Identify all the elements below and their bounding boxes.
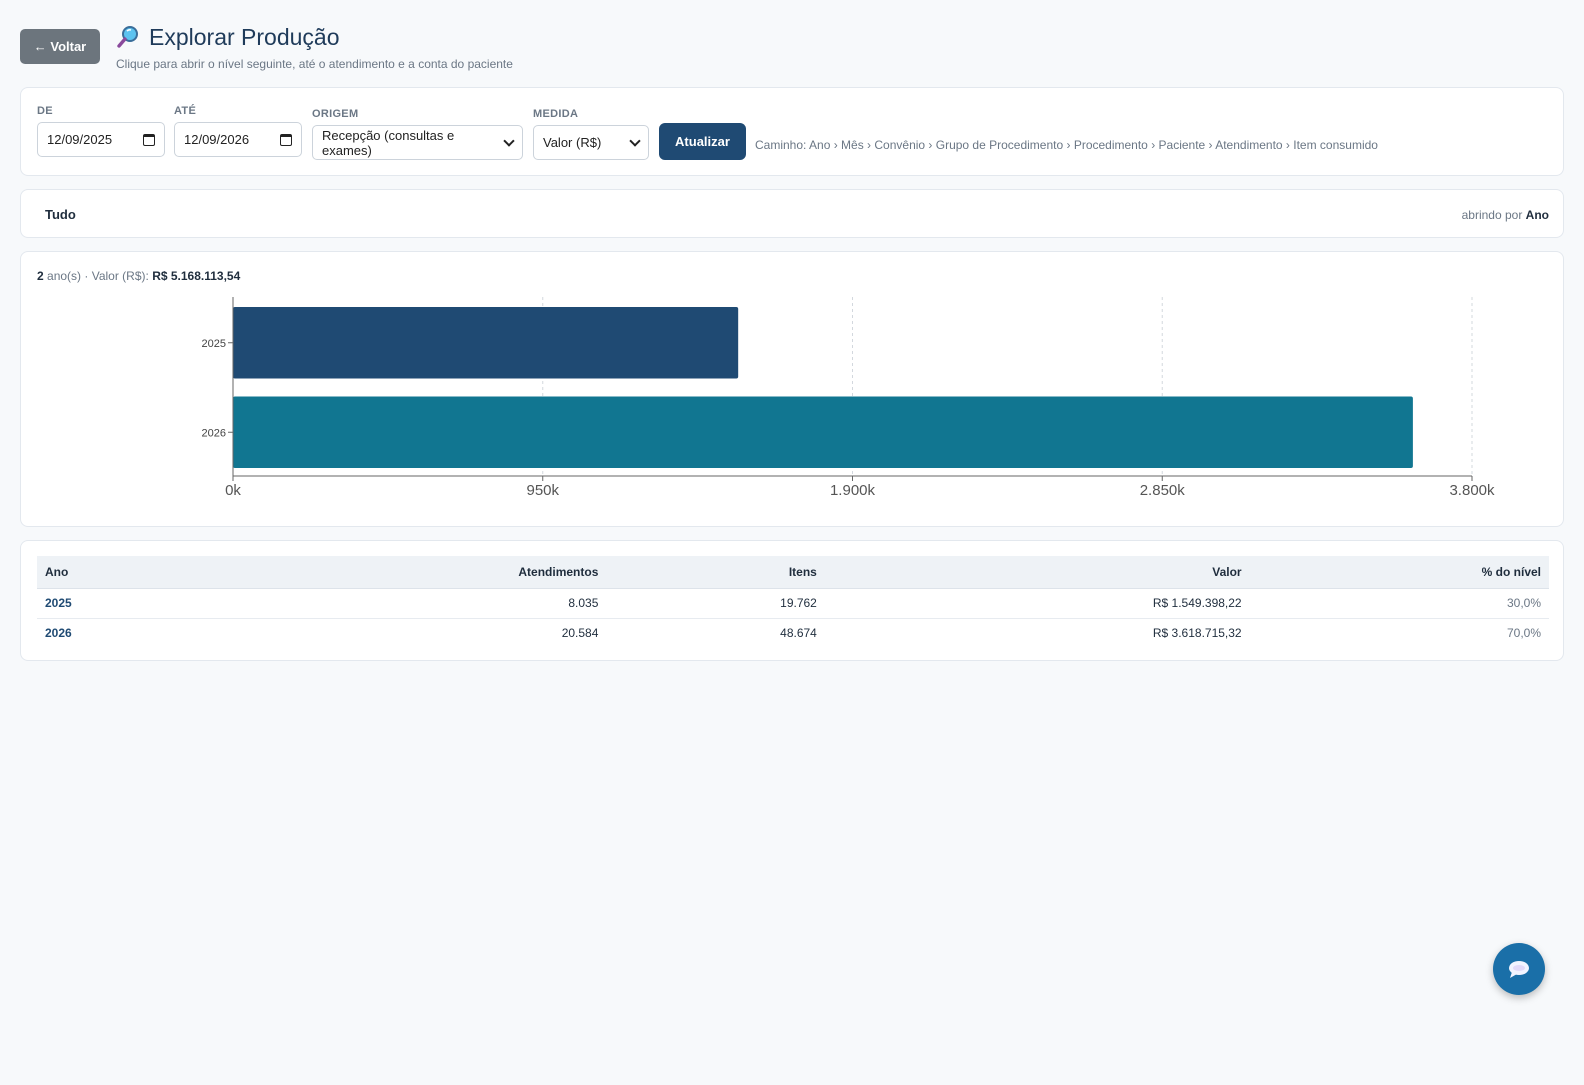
cell-valor: R$ 3.618.715,32 (1152, 626, 1242, 641)
to-date-group: ATÉ 12/09/2026 (174, 105, 302, 157)
from-date-label: DE (37, 105, 53, 117)
col-header-ano: Ano (37, 556, 280, 589)
measure-select[interactable]: Valor (R$) (533, 125, 649, 160)
x-tick-label: 1.900k (830, 482, 876, 499)
y-tick-label: 2026 (202, 427, 226, 439)
from-date-group: DE 12/09/2025 (37, 105, 165, 157)
title-row: Explorar Produção (116, 22, 513, 52)
page-title: Explorar Produção (149, 23, 340, 50)
magnifier-icon (117, 26, 138, 48)
breadcrumb: Tudo abrindo por Ano (20, 189, 1564, 238)
x-tick-label: 0k (225, 482, 241, 499)
x-tick-label: 3.800k (1449, 482, 1495, 499)
table-card: Ano Atendimentos Itens Valor % do nível … (20, 540, 1564, 661)
to-date-label: ATÉ (174, 105, 197, 117)
to-date-value: 12/09/2026 (184, 132, 250, 147)
col-header-valor: Valor (824, 556, 1250, 589)
x-tick-label: 2.850k (1140, 482, 1186, 499)
update-button[interactable]: Atualizar (659, 123, 746, 160)
chevron-down-icon (629, 134, 641, 147)
cell-pct: 70,0% (1506, 626, 1541, 641)
drill-level: Ano (1525, 208, 1549, 222)
y-tick-label: 2025 (202, 338, 226, 350)
calendar-icon[interactable] (280, 133, 292, 146)
cell-ano[interactable]: 2026 (37, 618, 280, 648)
col-header-itens: Itens (606, 556, 825, 589)
chart-bar[interactable] (233, 306, 739, 379)
origin-label: ORIGEM (312, 108, 359, 120)
chart-bar[interactable] (233, 396, 1413, 469)
cell-ano[interactable]: 2025 (37, 588, 280, 619)
table-row[interactable]: 2026 20.584 48.674 R$ 3.618.715,32 70,0% (37, 618, 1549, 648)
calendar-icon[interactable] (143, 133, 155, 146)
cell-itens: 19.762 (606, 588, 825, 619)
breadcrumb-root[interactable]: Tudo (45, 207, 76, 222)
cell-atendimentos: 8.035 (279, 588, 607, 619)
cell-valor: R$ 1.549.398,22 (824, 588, 1250, 619)
page-header: ← Voltar Explorar Produção Clique para a… (20, 22, 513, 71)
chat-bubble-icon (1509, 961, 1529, 978)
table-header-row: Ano Atendimentos Itens Valor % do nível (37, 556, 1549, 589)
data-table: Ano Atendimentos Itens Valor % do nível … (37, 556, 1549, 648)
drill-path-text: Caminho: Ano › Mês › Convênio › Grupo de… (755, 138, 1378, 152)
x-tick-label: 950k (526, 482, 559, 499)
drill-level-info: abrindo por Ano (1462, 208, 1549, 222)
from-date-input[interactable]: 12/09/2025 (37, 122, 165, 157)
table-row[interactable]: 2025 8.035 19.762 R$ 1.549.398,22 30,0% (37, 588, 1549, 619)
cell-pct: 30,0% (1249, 588, 1549, 619)
chart-card: 2 ano(s) · Valor (R$): R$ 5.168.113,54 2… (20, 251, 1564, 527)
page-subtitle: Clique para abrir o nível seguinte, até … (116, 57, 513, 71)
chevron-down-icon (503, 134, 515, 147)
chat-button[interactable] (1493, 943, 1545, 995)
origin-select[interactable]: Recepção (consultas e exames) (312, 125, 523, 160)
filters-card: DE 12/09/2025 ATÉ 12/09/2026 ORIGEM Rece… (20, 87, 1564, 176)
back-button[interactable]: ← Voltar (20, 29, 100, 64)
origin-value: Recepção (consultas e exames) (322, 127, 455, 158)
col-header-pct: % do nível (1249, 556, 1549, 589)
title-block: Explorar Produção Clique para abrir o ní… (116, 22, 513, 72)
bar-chart: 2025 2026 0k 950k 1.900k 2.850k 3.800k (202, 297, 1495, 499)
origin-group: ORIGEM Recepção (consultas e exames) (312, 108, 523, 160)
from-date-value: 12/09/2025 (47, 132, 113, 147)
cell-atendimentos: 20.584 (561, 626, 599, 641)
measure-group: MEDIDA Valor (R$) (533, 108, 649, 160)
measure-value: Valor (R$) (543, 135, 602, 150)
cell-itens: 48.674 (780, 626, 817, 641)
col-header-atendimentos: Atendimentos (279, 556, 607, 589)
drill-prefix: abrindo por (1461, 208, 1523, 222)
measure-label: MEDIDA (533, 108, 579, 120)
to-date-input[interactable]: 12/09/2026 (174, 122, 302, 157)
